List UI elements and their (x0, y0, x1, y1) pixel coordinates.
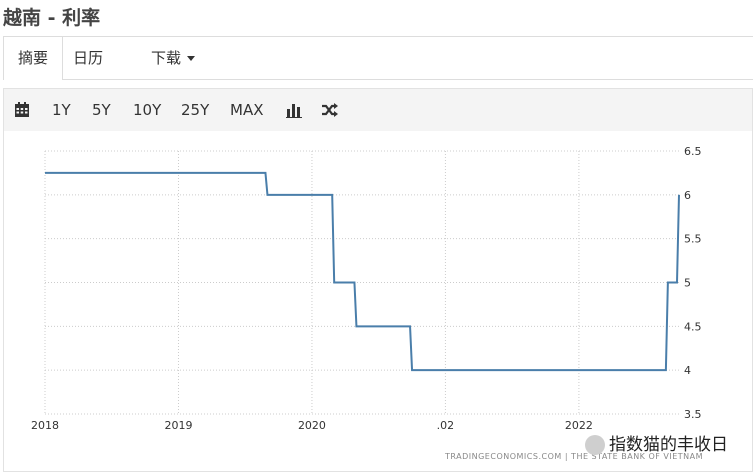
y-tick-label: 5.5 (684, 233, 702, 246)
watermark: 指数猫的丰收日 (585, 430, 728, 455)
y-tick-label: 3.5 (684, 408, 702, 421)
y-tick-label: 6.5 (684, 145, 702, 158)
calendar-icon[interactable] (14, 102, 30, 122)
tab-calendar[interactable]: 日历 (73, 37, 103, 79)
x-tick-label: 2019 (164, 419, 192, 432)
range-max-button[interactable]: MAX (230, 89, 263, 131)
x-tick-label: 2020 (298, 419, 326, 432)
tab-download[interactable]: 下载 (151, 37, 196, 79)
range-1y-button[interactable]: 1Y (52, 89, 71, 131)
y-tick-label: 6 (684, 189, 691, 202)
range-5y-button[interactable]: 5Y (92, 89, 111, 131)
interest-rate-line (45, 171, 680, 372)
bar-chart-icon[interactable] (286, 102, 302, 122)
line-chart: 6.565.554.543.52018 2019 2020.02 2022TRADIN… (31, 145, 703, 461)
tab-download-label: 下载 (151, 49, 182, 67)
y-tick-label: 4 (684, 364, 691, 377)
caret-down-icon (187, 56, 196, 61)
tab-bar: 摘要 日历 下载 (3, 36, 753, 80)
chart-area: 6.5 6 5.5 5 4.5 4 3.5 2018 2019 2020.02 2022 TRADIN… (3, 131, 753, 472)
x-tick-label: 2018 (31, 419, 59, 432)
watermark-label: 指数猫的丰收日 (609, 435, 728, 455)
y-tick-label: 4.5 (684, 320, 702, 333)
shuffle-icon[interactable] (321, 102, 339, 122)
y-tick-label: 5 (684, 277, 691, 290)
range-25y-button[interactable]: 25Y (181, 89, 209, 131)
page-title: 越南 - 利率 (3, 7, 101, 29)
x-tick-label: .02 (437, 419, 455, 432)
tab-summary[interactable]: 摘要 (3, 37, 64, 80)
chart-toolbar: 1Y 5Y 10Y 25Y MAX (3, 88, 753, 132)
wechat-logo-icon (585, 435, 605, 455)
tab-summary-label: 摘要 (18, 49, 49, 67)
tab-calendar-label: 日历 (73, 49, 104, 67)
range-10y-button[interactable]: 10Y (133, 89, 161, 131)
